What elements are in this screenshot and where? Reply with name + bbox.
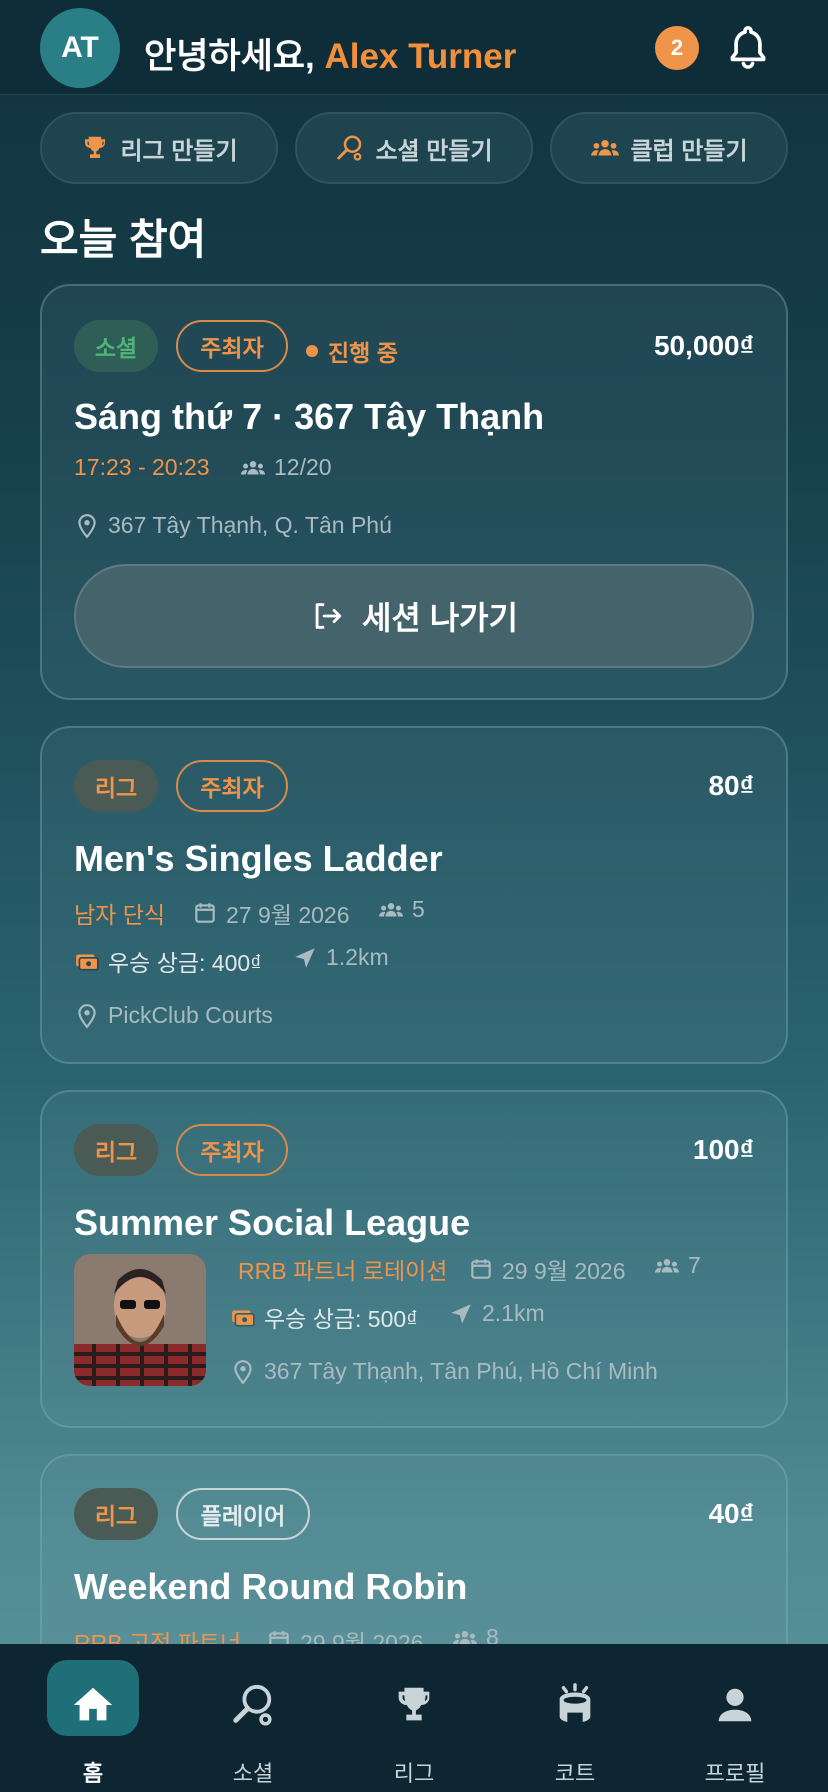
participants-count: 12/20	[240, 454, 332, 481]
type-badge: 리그	[74, 1124, 158, 1176]
organizer-photo	[74, 1254, 206, 1386]
price: 40₫	[708, 1498, 754, 1529]
leave-session-button[interactable]: 세션 나가기	[74, 564, 754, 668]
location-pin-icon	[78, 513, 96, 538]
card-title: Sáng thứ 7 · 367 Tây Thạnh	[74, 396, 545, 437]
session-card[interactable]: 소셜 주최자 진행 중 50,000₫ Sáng thứ 7 · 367 Tây…	[40, 284, 788, 700]
prize: 우승 상금: 400₫	[74, 944, 262, 978]
distance: 1.2km	[292, 944, 389, 971]
racket-icon	[233, 1684, 272, 1726]
nav-item-social[interactable]: 소셜	[188, 1644, 318, 1792]
bell-icon[interactable]	[726, 24, 770, 72]
location: PickClub Courts	[74, 1002, 273, 1029]
racket-icon	[337, 135, 362, 161]
create-club-button[interactable]: 클럽 만들기	[550, 112, 788, 184]
app-header: AT 안녕하세요, Alex Turner 2	[0, 0, 828, 95]
role-badge: 주최자	[176, 1124, 288, 1176]
calendar-icon	[195, 903, 215, 923]
greeting-text: 안녕하세요,	[144, 37, 325, 76]
price: 50,000₫	[653, 330, 754, 361]
players-count: 7	[654, 1252, 701, 1279]
location-pin-icon	[78, 1003, 96, 1028]
location-pin-icon	[234, 1359, 252, 1384]
section-title: 오늘 참여	[40, 216, 207, 263]
session-time: 17:23 - 20:23	[74, 454, 210, 480]
trophy-icon	[398, 1687, 430, 1721]
bottom-nav: 홈 소셜 리그 코트 프로필	[0, 1644, 828, 1792]
nav-item-home[interactable]: 홈	[28, 1644, 158, 1792]
cash-icon	[232, 1310, 255, 1327]
live-dot-icon	[306, 345, 318, 357]
card-title: Weekend Round Robin	[74, 1566, 468, 1607]
trophy-icon	[85, 136, 106, 158]
status-badge: 진행 중	[306, 334, 398, 368]
prize: 우승 상금: 500₫	[230, 1300, 418, 1334]
type-badge: 리그	[74, 760, 158, 812]
group-icon	[591, 139, 620, 156]
stadium-icon	[559, 1683, 591, 1722]
league-card[interactable]: 리그 주최자 100₫ Summer Social League RRB 파트너…	[40, 1090, 788, 1428]
navigation-arrow-icon	[295, 947, 315, 968]
logout-icon	[315, 603, 342, 629]
notification-badge[interactable]: 2	[655, 26, 699, 70]
group-icon	[378, 902, 404, 916]
group-icon	[240, 460, 266, 474]
players-count: 5	[378, 896, 425, 923]
create-social-button[interactable]: 소셜 만들기	[295, 112, 533, 184]
league-format: 남자 단식	[74, 902, 166, 928]
navigation-arrow-icon	[451, 1303, 471, 1324]
price: 100₫	[692, 1134, 754, 1165]
create-league-button[interactable]: 리그 만들기	[40, 112, 278, 184]
create-social-label: 소셜 만들기	[375, 137, 493, 165]
avatar[interactable]: AT	[40, 8, 120, 88]
organizer-photo-image	[74, 1254, 206, 1386]
location: 367 Tây Thạnh, Tân Phú, Hồ Chí Minh	[230, 1358, 658, 1385]
card-title: Summer Social League	[74, 1202, 471, 1243]
cash-icon	[76, 954, 99, 971]
league-format: RRB 파트너 로테이션	[238, 1258, 448, 1284]
type-badge: 소셜	[74, 320, 158, 372]
person-icon	[718, 1688, 752, 1722]
type-badge: 리그	[74, 1488, 158, 1540]
group-icon	[654, 1258, 680, 1272]
price: 80₫	[708, 770, 754, 801]
role-badge: 플레이어	[176, 1488, 310, 1540]
user-name: Alex Turner	[324, 37, 517, 76]
greeting: 안녕하세요, Alex Turner	[144, 28, 516, 79]
nav-item-court[interactable]: 코트	[510, 1644, 640, 1792]
calendar-icon	[471, 1259, 491, 1279]
home-icon	[73, 1687, 113, 1721]
nav-item-profile[interactable]: 프로필	[670, 1644, 800, 1792]
nav-item-league[interactable]: 리그	[349, 1644, 479, 1792]
card-title: Men's Singles Ladder	[74, 838, 443, 879]
role-badge: 주최자	[176, 760, 288, 812]
league-date: 29 9월 2026	[468, 1252, 625, 1286]
role-badge: 주최자	[176, 320, 288, 372]
location: 367 Tây Thạnh, Q. Tân Phú	[74, 512, 392, 539]
distance: 2.1km	[448, 1300, 545, 1327]
league-card[interactable]: 리그 주최자 80₫ Men's Singles Ladder 남자 단식 27…	[40, 726, 788, 1064]
create-league-label: 리그 만들기	[120, 137, 238, 165]
league-date: 27 9월 2026	[192, 896, 349, 930]
create-club-label: 클럽 만들기	[630, 137, 748, 165]
